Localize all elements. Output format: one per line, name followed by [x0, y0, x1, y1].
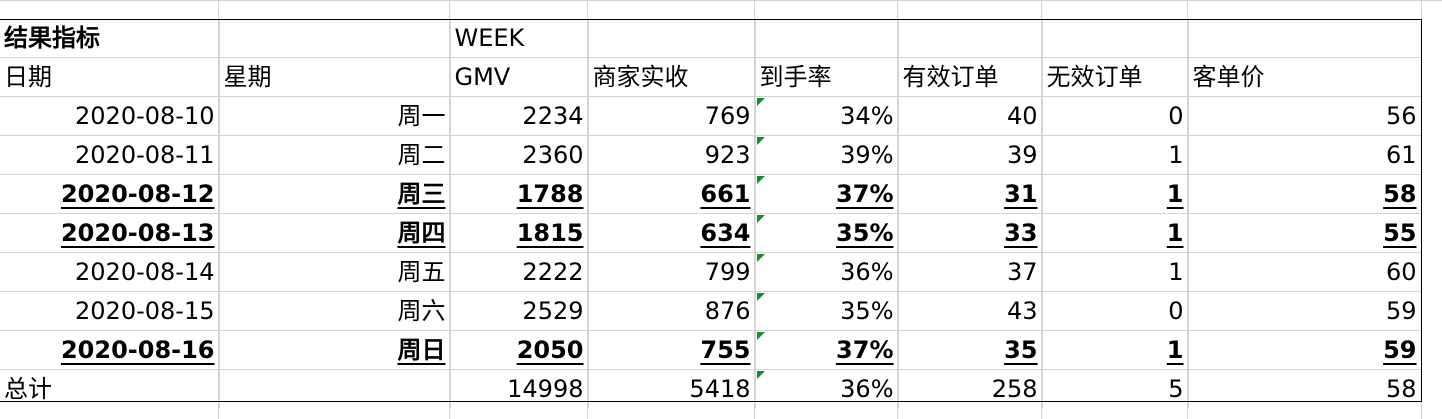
- grid-line: [0, 0, 1442, 1]
- table-border: [0, 19, 1422, 402]
